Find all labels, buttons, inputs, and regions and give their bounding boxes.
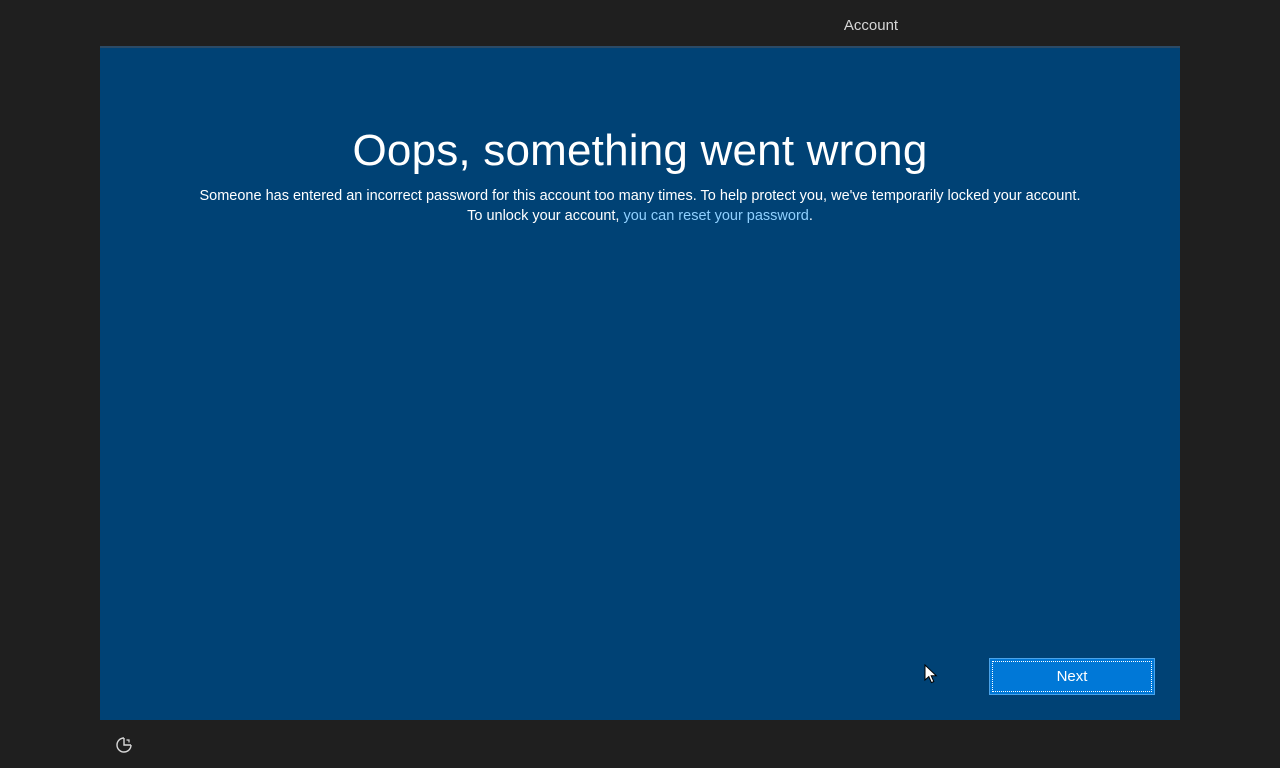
error-message-line-2: To unlock your account, you can reset yo… bbox=[100, 206, 1180, 226]
error-message-line-2-prefix: To unlock your account, bbox=[467, 208, 624, 224]
next-button[interactable]: Next bbox=[989, 658, 1155, 695]
error-message: Someone has entered an incorrect passwor… bbox=[100, 186, 1180, 226]
oobe-screen: Account Oops, something went wrong Someo… bbox=[0, 0, 1280, 768]
page-title: Oops, something went wrong bbox=[352, 126, 928, 175]
main-panel: Oops, something went wrong Someone has e… bbox=[100, 46, 1180, 720]
tab-account: Account bbox=[768, 0, 974, 48]
reset-password-link[interactable]: you can reset your password bbox=[623, 208, 808, 224]
tab-account-label: Account bbox=[843, 17, 899, 34]
mouse-pointer-icon bbox=[924, 664, 938, 684]
error-message-line-1: Someone has entered an incorrect passwor… bbox=[199, 188, 1081, 204]
next-button-label: Next bbox=[1056, 668, 1088, 685]
error-message-line-2-suffix: . bbox=[808, 208, 813, 224]
ease-of-access-icon[interactable] bbox=[114, 735, 134, 755]
